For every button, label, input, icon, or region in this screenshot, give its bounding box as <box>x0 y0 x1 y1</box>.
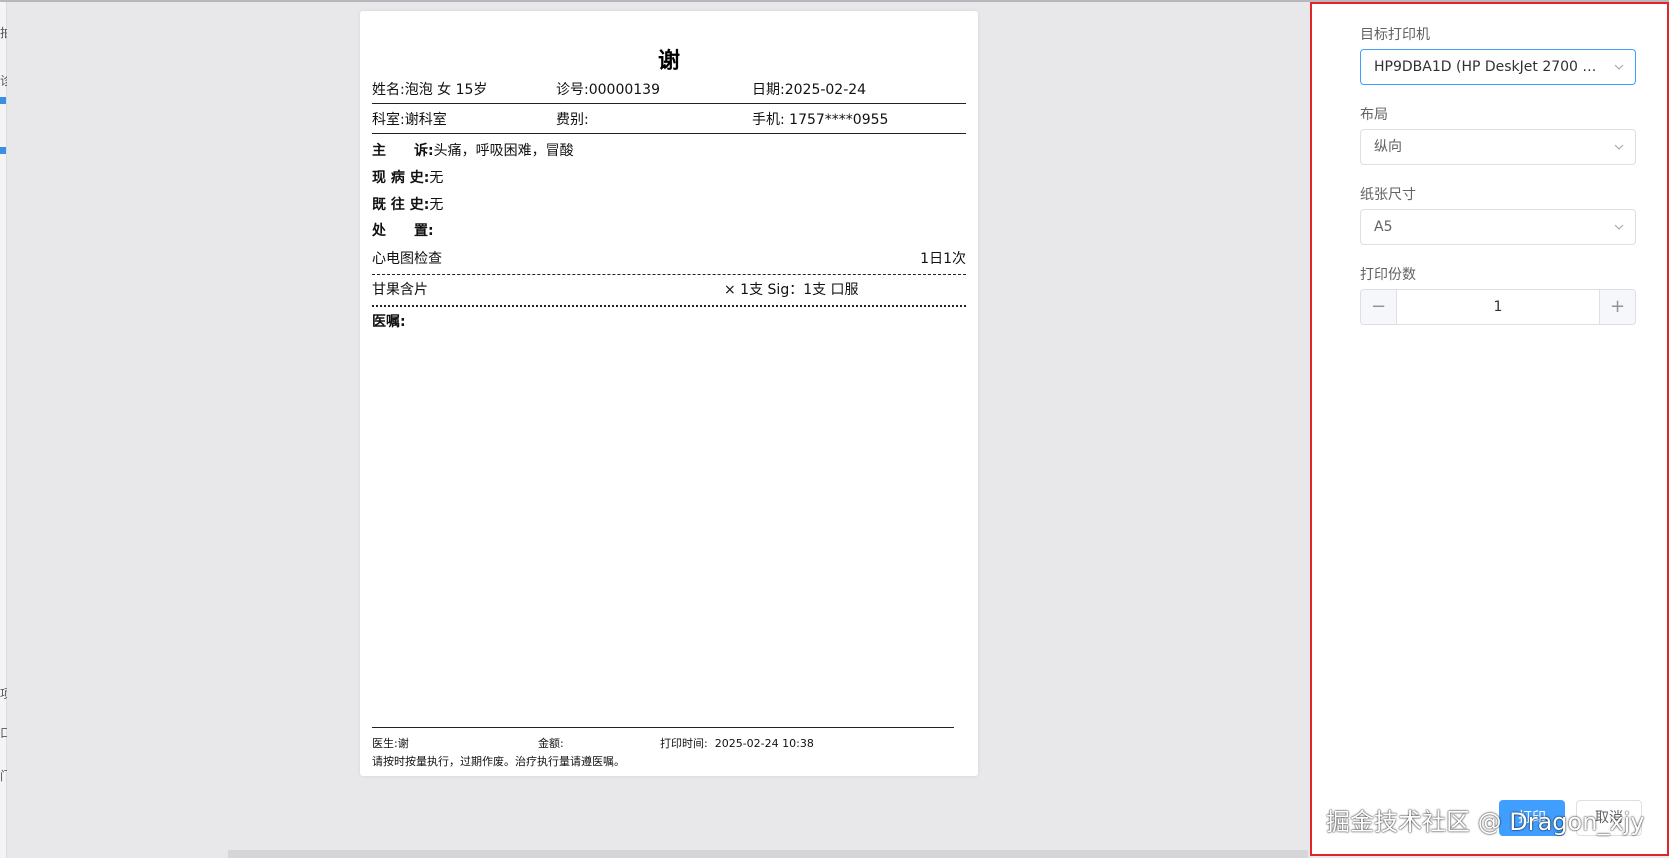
department: 科室:谢科室 <box>372 112 447 128</box>
paper-size-select-value: A5 <box>1374 219 1393 235</box>
copies-stepper: − 1 + <box>1360 289 1636 325</box>
chief-complaint: 主 诉:头痛，呼吸困难，冒酸 <box>372 143 574 159</box>
doctor-name: 医生:谢 <box>372 737 409 750</box>
site-watermark: 掘金技术社区 @ Dragon_xjy <box>1326 808 1645 836</box>
header-divider <box>372 103 966 104</box>
doctor-advice-heading: 医嘱: <box>372 314 406 330</box>
copies-input[interactable]: 1 <box>1397 290 1599 324</box>
medicine-item-dosage: × 1支 Sig：1支 口服 <box>724 282 859 298</box>
left-strip-fragment: 项 <box>0 687 7 701</box>
increase-copies-button[interactable]: + <box>1599 290 1635 324</box>
items-end-divider <box>372 305 966 307</box>
phone-number: 手机: 1757****0955 <box>752 112 889 128</box>
background-bottom-band <box>228 850 1308 858</box>
medicine-item-name: 甘果含片 <box>372 282 428 298</box>
layout-select-value: 纵向 <box>1374 139 1402 155</box>
paper-size-select[interactable]: A5 <box>1360 209 1636 245</box>
clinic-number: 诊号:00000139 <box>556 82 660 98</box>
printer-label: 目标打印机 <box>1360 27 1430 43</box>
amount: 金额: <box>538 737 564 750</box>
layout-label: 布局 <box>1360 107 1388 123</box>
print-settings-panel: 目标打印机 HP9DBA1D (HP DeskJet 2700 series) … <box>1310 2 1669 856</box>
chevron-down-icon <box>1614 144 1624 150</box>
footer-divider <box>372 727 954 728</box>
info-divider <box>372 133 966 134</box>
past-history: 既 往 史:无 <box>372 197 444 213</box>
treatment-item-frequency: 1日1次 <box>920 251 966 267</box>
decrease-copies-button[interactable]: − <box>1361 290 1397 324</box>
left-strip-fragment: 口 <box>0 726 7 740</box>
copies-label: 打印份数 <box>1360 267 1416 283</box>
left-strip-fragment: 拍 <box>0 26 7 40</box>
left-strip-fragment: 门 <box>0 769 7 783</box>
prescription-title: 谢 <box>657 49 680 74</box>
print-time: 打印时间: 2025-02-24 10:38 <box>660 737 814 750</box>
print-preview-page: 谢 姓名:泡泡 女 15岁 诊号:00000139 日期:2025-02-24 … <box>360 11 978 776</box>
present-illness: 现 病 史:无 <box>372 170 444 186</box>
printer-select-value: HP9DBA1D (HP DeskJet 2700 series) <box>1374 59 1630 75</box>
patient-name: 姓名:泡泡 女 15岁 <box>372 82 488 98</box>
visit-date: 日期:2025-02-24 <box>752 82 867 98</box>
left-strip-fragment: 诊 <box>0 74 7 88</box>
item-divider <box>372 274 966 275</box>
footer-note: 请按时按量执行，过期作废。治疗执行量请遵医嘱。 <box>372 755 625 768</box>
layout-select[interactable]: 纵向 <box>1360 129 1636 165</box>
background-app-edge: 拍 诊 项 口 门 <box>0 2 7 858</box>
left-strip-marker <box>0 147 6 154</box>
treatment-heading: 处 置: <box>372 223 434 239</box>
paper-size-label: 纸张尺寸 <box>1360 187 1416 203</box>
printer-select[interactable]: HP9DBA1D (HP DeskJet 2700 series) <box>1360 49 1636 85</box>
chevron-down-icon <box>1614 64 1624 70</box>
fee-type: 费别: <box>556 112 589 128</box>
chevron-down-icon <box>1614 224 1624 230</box>
treatment-item-name: 心电图检查 <box>372 251 442 267</box>
left-strip-marker <box>0 97 6 104</box>
